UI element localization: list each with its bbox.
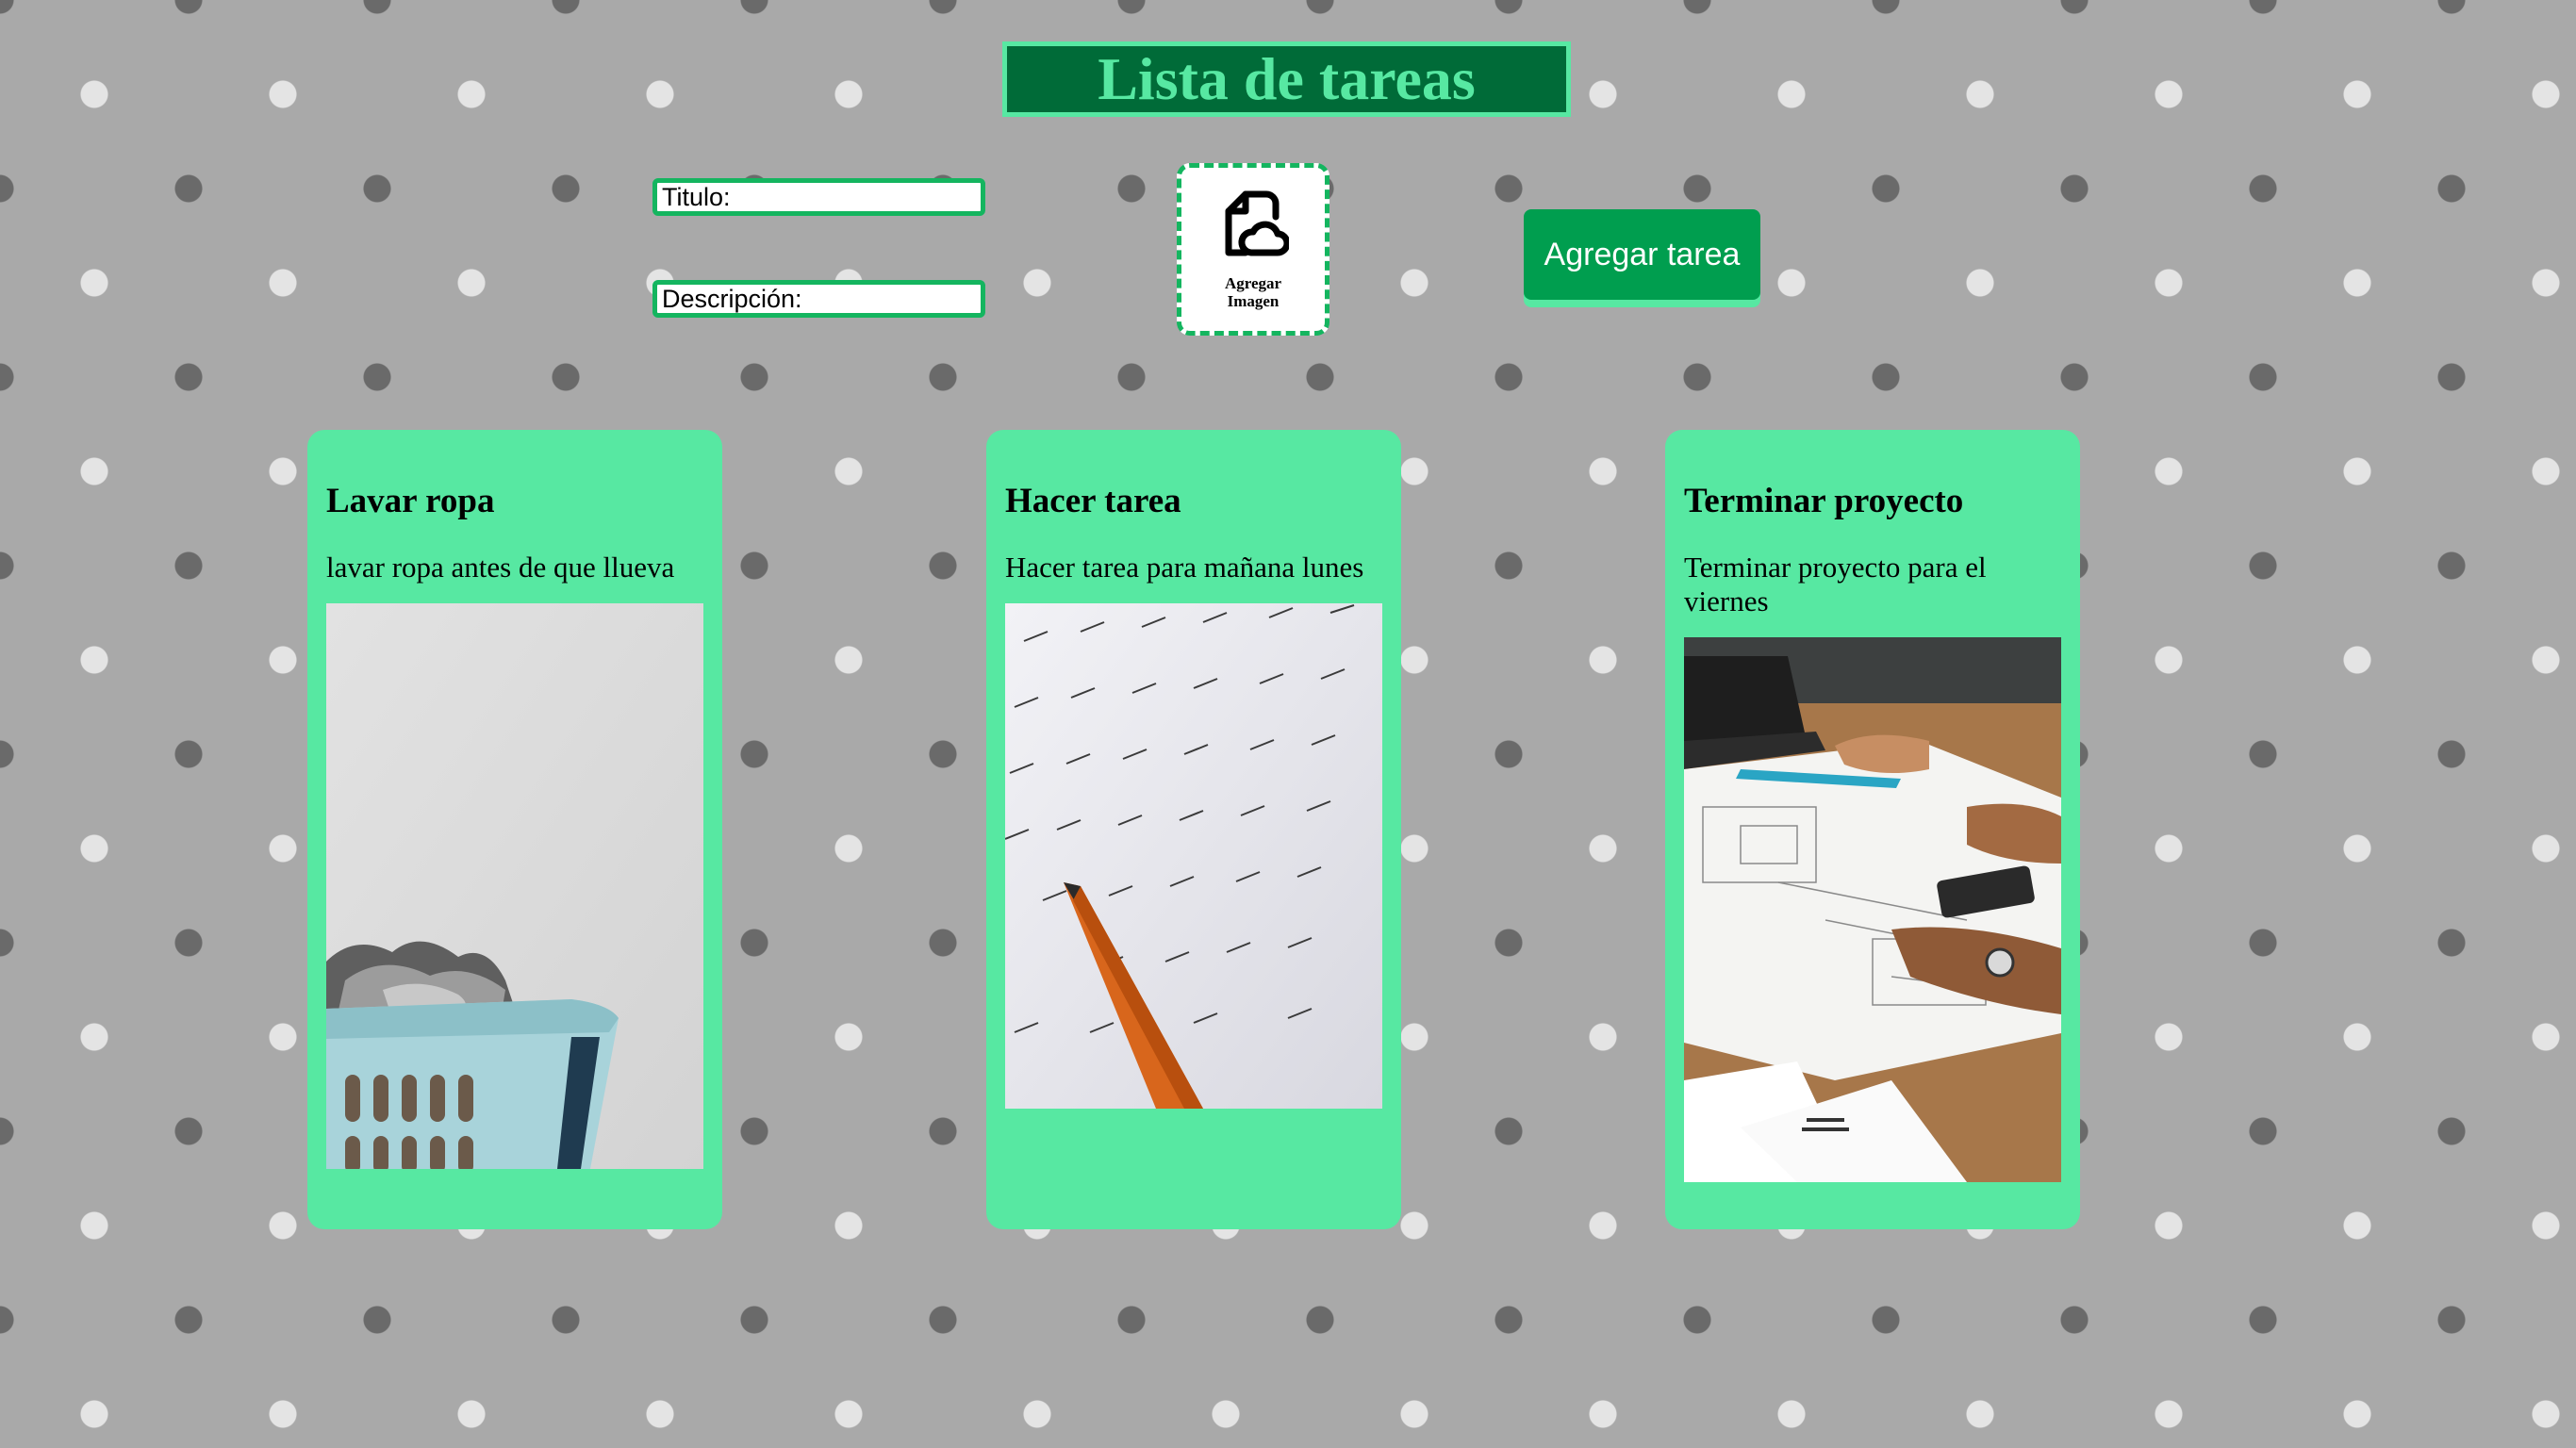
task-card: Lavar ropa lavar ropa antes de que lluev… [307,430,722,1229]
task-title: Terminar proyecto [1684,482,1964,520]
title-input[interactable] [652,178,985,216]
math-worksheet-image [1005,603,1382,1109]
task-description: Terminar proyecto para el viernes [1684,551,1987,617]
laundry-basket-image [326,603,703,1169]
task-title: Hacer tarea [1005,482,1181,520]
task-title: Lavar ropa [326,482,495,520]
blueprints-image [1684,637,2061,1182]
task-description: lavar ropa antes de que llueva [326,551,675,584]
add-task-button[interactable]: Agregar tarea [1524,209,1760,300]
task-card: Terminar proyecto Terminar proyecto para… [1665,430,2080,1229]
description-input[interactable] [652,280,985,318]
add-image-button[interactable]: Agregar Imagen [1177,163,1329,336]
task-description: Hacer tarea para mañana lunes [1005,551,1364,584]
page-title: Lista de tareas [1002,41,1571,117]
file-cloud-upload-icon [1217,189,1291,267]
add-image-label: Agregar Imagen [1224,274,1282,310]
task-card: Hacer tarea Hacer tarea para mañana lune… [986,430,1401,1229]
